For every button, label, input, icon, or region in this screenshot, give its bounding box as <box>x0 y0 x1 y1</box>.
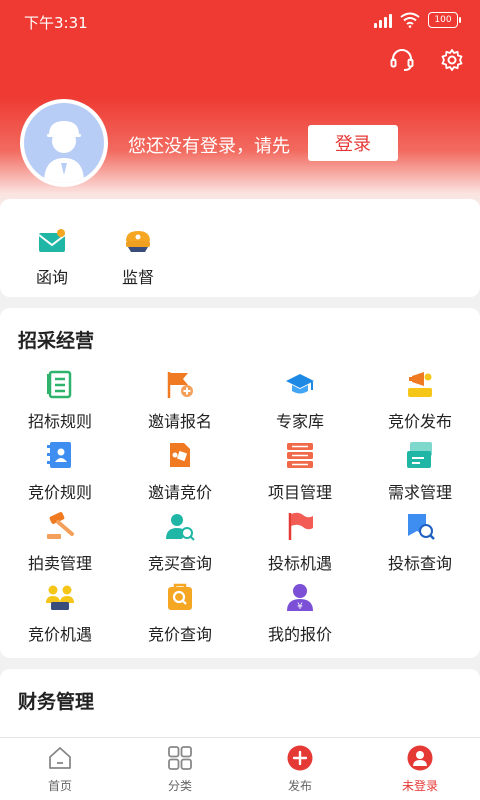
settings-gear-icon[interactable] <box>438 46 466 74</box>
user-circle-icon <box>407 745 433 771</box>
grid-icon <box>168 746 192 770</box>
grid-item-bid-query[interactable]: 竞价查询 <box>120 581 240 652</box>
grid-item-label: 竞买查询 <box>147 554 212 573</box>
procurement-grid: 招标规则 邀请报名 专家库 竞价发布 竞价规则 邀请竞价 项目管理 需求管理 拍… <box>0 368 480 652</box>
flag-search-icon <box>408 514 435 540</box>
status-time: 下午3:31 <box>24 14 88 32</box>
tab-label: 首页 <box>47 779 72 793</box>
status-bar: 下午3:31 100 <box>0 0 480 44</box>
tab-category[interactable]: 分类 <box>120 738 240 800</box>
document-tag-icon <box>170 443 190 467</box>
graduation-cap-icon <box>286 374 314 394</box>
grid-item-label: 邀请竞价 <box>147 483 212 502</box>
grid-item-label: 项目管理 <box>267 483 332 502</box>
section-title: 财务管理 <box>18 691 95 713</box>
grid-item-label: 竞价查询 <box>147 625 212 644</box>
wifi-icon <box>400 12 420 28</box>
avatar[interactable] <box>20 99 108 187</box>
grid-item-my-quote[interactable]: ¥ 我的报价 <box>240 581 360 652</box>
grid-item-purchase-query[interactable]: 竞买查询 <box>120 510 240 581</box>
quick-link-label: 函询 <box>35 268 68 287</box>
battery-icon: 100 <box>428 12 461 28</box>
plus-circle-icon <box>287 745 313 771</box>
top-actions <box>388 46 466 74</box>
stack-list-icon <box>287 443 313 468</box>
grid-item-label: 竞价发布 <box>387 412 452 431</box>
tab-label: 发布 <box>287 779 312 793</box>
grid-item-label: 需求管理 <box>387 483 452 502</box>
gavel-icon <box>47 512 74 539</box>
grid-item-label: 投标机遇 <box>267 554 332 573</box>
login-hint-text: 您还没有登录，请先 <box>128 136 290 157</box>
grid-item-bid-rules[interactable]: 竞价规则 <box>0 439 120 510</box>
megaphone-icon <box>408 372 432 397</box>
status-icons: 100 <box>374 12 461 28</box>
grid-item-demand-management[interactable]: 需求管理 <box>360 439 480 510</box>
grid-item-auction-management[interactable]: 拍卖管理 <box>0 510 120 581</box>
user-yen-icon: ¥ <box>287 584 313 612</box>
red-flag-icon <box>288 512 313 540</box>
group-icon <box>46 585 74 610</box>
grid-item-label: 竞价机遇 <box>27 625 92 644</box>
grid-item-label: 投标查询 <box>387 554 452 573</box>
grid-item-tender-query[interactable]: 投标查询 <box>360 510 480 581</box>
customer-service-icon[interactable] <box>388 46 416 74</box>
user-search-icon <box>166 514 195 541</box>
police-cap-icon <box>126 231 150 252</box>
quick-link-inquiry[interactable]: 函询 <box>22 227 82 288</box>
tab-not-logged-in[interactable]: 未登录 <box>360 738 480 800</box>
grid-item-label: 邀请报名 <box>147 412 212 431</box>
grid-item-label: 竞价规则 <box>27 483 92 502</box>
quick-link-supervision[interactable]: 监督 <box>108 227 168 288</box>
notebook-icon <box>47 442 71 468</box>
tab-label: 分类 <box>167 779 192 793</box>
tab-publish[interactable]: 发布 <box>240 738 360 800</box>
tab-label: 未登录 <box>401 779 438 793</box>
mail-icon <box>38 229 66 252</box>
section-title: 招采经营 <box>18 330 95 352</box>
tab-home[interactable]: 首页 <box>0 738 120 800</box>
worker-avatar-icon <box>44 121 84 183</box>
home-icon <box>49 747 71 769</box>
grid-item-tender-opportunity[interactable]: 投标机遇 <box>240 510 360 581</box>
clipboard-list-icon <box>47 370 72 399</box>
grid-item-label: 专家库 <box>275 412 324 431</box>
grid-item-bid-opportunity[interactable]: 竞价机遇 <box>0 581 120 652</box>
grid-item-invite-bidding[interactable]: 邀请竞价 <box>120 439 240 510</box>
svg-text:¥: ¥ <box>297 602 303 612</box>
grid-item-label: 招标规则 <box>27 412 92 431</box>
grid-item-invite-registration[interactable]: 邀请报名 <box>120 368 240 439</box>
grid-item-label: 拍卖管理 <box>27 554 92 573</box>
bag-search-icon <box>168 583 192 610</box>
quick-link-label: 监督 <box>121 268 154 287</box>
grid-item-bid-release[interactable]: 竞价发布 <box>360 368 480 439</box>
signal-icon <box>374 12 392 28</box>
flag-plus-icon <box>167 372 193 398</box>
card-stack-icon <box>407 442 432 468</box>
grid-item-bidding-rules[interactable]: 招标规则 <box>0 368 120 439</box>
login-button[interactable]: 登录 <box>308 125 398 161</box>
grid-item-expert-library[interactable]: 专家库 <box>240 368 360 439</box>
quick-links-card: 函询 监督 <box>0 199 480 297</box>
bottom-tab-bar: 首页 分类 发布 未登录 <box>0 737 480 800</box>
grid-item-project-management[interactable]: 项目管理 <box>240 439 360 510</box>
grid-item-label: 我的报价 <box>267 625 332 644</box>
procurement-section: 招采经营 招标规则 邀请报名 专家库 竞价发布 竞价规则 邀请竞价 项目管理 需… <box>0 308 480 658</box>
